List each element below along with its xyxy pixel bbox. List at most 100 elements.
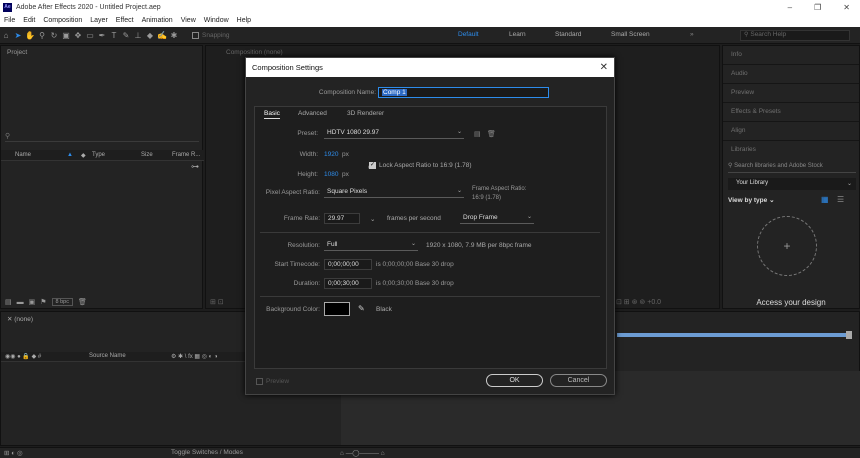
new-composition-icon[interactable]: ▣	[29, 298, 36, 306]
preset-dropdown[interactable]: HDTV 1080 29.97 ⌄	[324, 128, 464, 139]
search-help-box[interactable]: ⚲ Search Help	[740, 30, 850, 41]
selection-tool-icon[interactable]: ➤	[12, 31, 24, 40]
maximize-icon[interactable]: ❐	[814, 3, 821, 12]
rectangle-tool-icon[interactable]: ▭	[84, 31, 96, 40]
bpc-badge[interactable]: 8 bpc	[51, 298, 73, 306]
view-by-type-dropdown[interactable]: View by type ⌄	[728, 196, 775, 204]
list-view-icon[interactable]: ☰	[837, 195, 844, 204]
workspace-overflow-icon[interactable]: »	[690, 31, 694, 38]
interpret-footage-icon[interactable]: ▤	[5, 298, 12, 306]
menu-effect[interactable]: Effect	[112, 17, 138, 24]
trash-icon[interactable]: 🗑	[78, 298, 87, 306]
viewer-controls-icon[interactable]: ⊡ ⊞ ⊛ ⊚ +0.0	[616, 298, 661, 306]
menu-composition[interactable]: Composition	[39, 17, 86, 24]
project-columns-header: Name ▲ ◆ Type Size Frame R...	[1, 150, 204, 161]
divider	[260, 296, 600, 297]
menu-animation[interactable]: Animation	[138, 17, 177, 24]
comp-name-label: Composition Name:	[318, 89, 376, 96]
menu-view[interactable]: View	[177, 17, 200, 24]
search-icon: ⚲	[744, 32, 749, 38]
lock-aspect-checkbox[interactable]: ✓	[369, 162, 376, 169]
zoom-tool-icon[interactable]: ⚲	[36, 31, 48, 40]
library-select[interactable]: Your Library ⌄	[728, 178, 856, 190]
menu-file[interactable]: File	[0, 17, 19, 24]
tab-basic[interactable]: Basic	[264, 110, 280, 119]
chevron-down-icon: ⌄	[456, 129, 462, 135]
info-panel-tab[interactable]: Info	[723, 46, 859, 65]
menu-help[interactable]: Help	[233, 17, 255, 24]
libraries-search[interactable]: ⚲ Search libraries and Adobe Stock	[728, 162, 856, 173]
clone-tool-icon[interactable]: ⊥	[132, 31, 144, 40]
sort-arrow-icon[interactable]: ▲	[67, 152, 73, 158]
pen-tool-icon[interactable]: ✒	[96, 31, 108, 40]
ok-button[interactable]: OK	[486, 374, 543, 387]
new-folder-icon[interactable]: ▬	[17, 299, 24, 306]
preview-panel-tab[interactable]: Preview	[723, 84, 859, 103]
add-asset-circle[interactable]: +	[757, 216, 817, 276]
pin-icon[interactable]: ⚑	[40, 298, 46, 306]
zoom-slider[interactable]: ⌂ —◯——— ⌂	[340, 449, 385, 457]
brush-tool-icon[interactable]: ✎	[120, 31, 132, 40]
col-size[interactable]: Size	[141, 152, 153, 158]
eraser-tool-icon[interactable]: ◆	[144, 31, 156, 40]
snapping-checkbox[interactable]	[192, 31, 199, 39]
work-area-end-handle[interactable]	[846, 331, 852, 339]
cancel-button[interactable]: Cancel	[550, 374, 607, 387]
save-preset-icon[interactable]: ▤	[474, 130, 481, 138]
hand-tool-icon[interactable]: ✋	[24, 31, 36, 40]
effects-presets-panel-tab[interactable]: Effects & Presets	[723, 103, 859, 122]
start-timecode-input[interactable]: 0;00;00;00	[324, 259, 372, 270]
close-icon[interactable]: ✕	[843, 3, 850, 12]
frame-rate-chevron-icon[interactable]: ⌄	[370, 215, 375, 223]
rotate-tool-icon[interactable]: ↻	[48, 31, 60, 40]
duration-value: 0;00;30;00	[328, 280, 359, 287]
delete-preset-icon[interactable]: 🗑	[487, 130, 496, 138]
menu-window[interactable]: Window	[200, 17, 233, 24]
anchor-tool-icon[interactable]: ✥	[72, 31, 84, 40]
project-panel-title[interactable]: Project	[1, 46, 202, 59]
resolution-dropdown[interactable]: Full ⌄	[324, 240, 418, 251]
width-unit: px	[342, 151, 349, 158]
drop-frame-dropdown[interactable]: Drop Frame ⌄	[460, 213, 534, 224]
workspace-small-screen[interactable]: Small Screen	[611, 31, 650, 38]
toggle-switches-modes[interactable]: Toggle Switches / Modes	[171, 449, 243, 456]
workspace-standard[interactable]: Standard	[555, 31, 581, 38]
duration-input[interactable]: 0;00;30;00	[324, 278, 372, 289]
comp-name-input[interactable]: Comp 1	[378, 87, 549, 98]
align-panel-tab[interactable]: Align	[723, 122, 859, 141]
close-icon[interactable]: ✕	[600, 62, 608, 73]
frame-rate-input[interactable]: 29.97	[324, 213, 360, 224]
col-type[interactable]: Type	[92, 152, 105, 158]
background-color-swatch[interactable]	[324, 302, 350, 316]
grid-view-icon[interactable]: ▦	[821, 195, 829, 204]
work-area-bar[interactable]	[617, 333, 847, 337]
tab-advanced[interactable]: Advanced	[298, 110, 327, 117]
col-frame-rate[interactable]: Frame R...	[172, 152, 200, 158]
workspace-learn[interactable]: Learn	[509, 31, 526, 38]
preview-checkbox[interactable]	[256, 378, 263, 385]
home-icon[interactable]: ⌂	[0, 31, 12, 40]
libraries-panel-tab[interactable]: Libraries	[723, 141, 859, 160]
col-name[interactable]: Name	[15, 152, 31, 158]
menu-edit[interactable]: Edit	[19, 17, 39, 24]
flowchart-icon[interactable]: ⊶	[191, 162, 199, 171]
source-name-column[interactable]: Source Name	[89, 353, 126, 359]
snapshot-icon[interactable]: ⊞ ⊡	[210, 299, 224, 306]
av-switches-icon: ◉◉ ● 🔒 ◆ #	[5, 354, 42, 360]
project-search[interactable]: ⚲	[5, 132, 199, 142]
puppet-tool-icon[interactable]: ✱	[168, 31, 180, 40]
workspace-default[interactable]: Default	[458, 31, 479, 38]
audio-panel-tab[interactable]: Audio	[723, 65, 859, 84]
menu-layer[interactable]: Layer	[86, 17, 112, 24]
type-tool-icon[interactable]: T	[108, 31, 120, 40]
menu-bar: File Edit Composition Layer Effect Anima…	[0, 14, 860, 27]
tab-3d-renderer[interactable]: 3D Renderer	[347, 110, 384, 117]
roto-tool-icon[interactable]: ✍	[156, 31, 168, 40]
height-value[interactable]: 1080	[324, 171, 338, 178]
eyedropper-icon[interactable]: ✎	[358, 304, 365, 313]
camera-tool-icon[interactable]: ▣	[60, 31, 72, 40]
minimize-icon[interactable]: –	[788, 3, 792, 12]
snapping-label: Snapping	[202, 31, 230, 39]
pixel-aspect-dropdown[interactable]: Square Pixels ⌄	[324, 187, 464, 198]
width-value[interactable]: 1920	[324, 151, 338, 158]
